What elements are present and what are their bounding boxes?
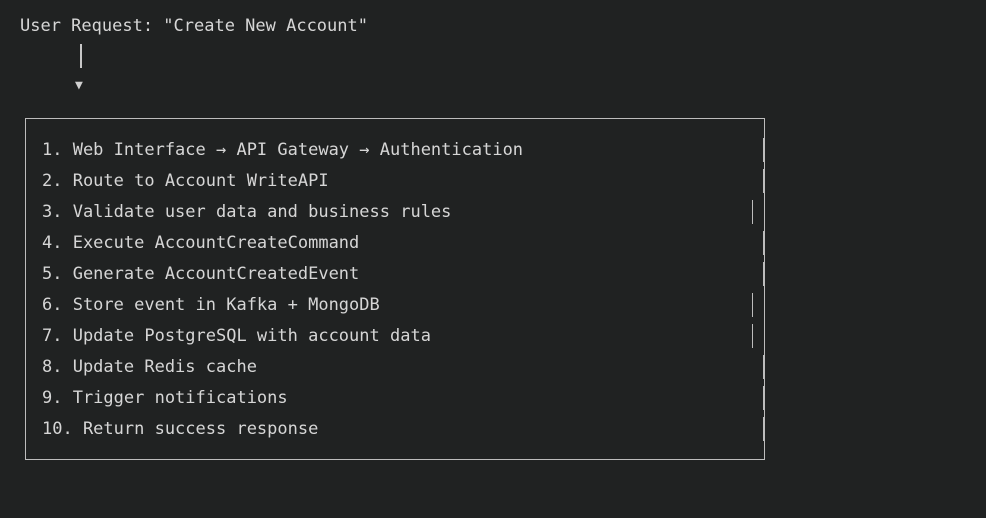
box-right-border	[763, 169, 765, 193]
process-step: 10. Return success response	[24, 417, 765, 450]
process-step-label: 6. Store event in Kafka + MongoDB	[42, 295, 380, 315]
process-step: 8. Update Redis cache	[24, 355, 765, 388]
box-left-border	[24, 231, 26, 255]
process-step: 3. Validate user data and business rules	[24, 200, 765, 233]
process-step-label: 10. Return success response	[42, 419, 319, 439]
process-step-label: 5. Generate AccountCreatedEvent	[42, 264, 360, 284]
process-step-label: 4. Execute AccountCreateCommand	[42, 233, 360, 253]
process-step-label: 1. Web Interface → API Gateway → Authent…	[42, 140, 524, 160]
box-left-border	[24, 417, 26, 441]
box-left-border	[24, 386, 26, 410]
box-right-border	[763, 231, 765, 255]
user-request-line: User Request: "Create New Account"	[20, 16, 368, 36]
process-steps-list: 1. Web Interface → API Gateway → Authent…	[24, 138, 765, 450]
box-left-border	[24, 169, 26, 193]
process-step: 1. Web Interface → API Gateway → Authent…	[24, 138, 765, 171]
process-step: 4. Execute AccountCreateCommand	[24, 231, 765, 264]
box-left-border	[24, 262, 26, 286]
box-right-border	[763, 386, 765, 410]
process-step-label: 9. Trigger notifications	[42, 388, 288, 408]
process-step: 2. Route to Account WriteAPI	[24, 169, 765, 202]
box-right-border	[763, 417, 765, 441]
process-step-label: 8. Update Redis cache	[42, 357, 257, 377]
process-step: 6. Store event in Kafka + MongoDB	[24, 293, 765, 326]
process-step: 5. Generate AccountCreatedEvent	[24, 262, 765, 295]
box-left-border	[24, 138, 26, 162]
process-step-label: 7. Update PostgreSQL with account data	[42, 326, 431, 346]
box-left-border	[24, 200, 26, 224]
flow-arrow-stem	[80, 44, 82, 68]
box-right-border	[763, 138, 765, 162]
process-step: 7. Update PostgreSQL with account data	[24, 324, 765, 357]
box-right-border	[763, 355, 765, 379]
box-right-border	[752, 293, 754, 317]
down-arrow-icon: ▼	[75, 78, 83, 93]
process-step: 9. Trigger notifications	[24, 386, 765, 419]
box-right-border	[752, 324, 754, 348]
process-step-label: 2. Route to Account WriteAPI	[42, 171, 329, 191]
box-left-border	[24, 293, 26, 317]
box-left-border	[24, 324, 26, 348]
box-right-border	[752, 200, 754, 224]
box-right-border	[763, 262, 765, 286]
process-step-label: 3. Validate user data and business rules	[42, 202, 452, 222]
box-left-border	[24, 355, 26, 379]
